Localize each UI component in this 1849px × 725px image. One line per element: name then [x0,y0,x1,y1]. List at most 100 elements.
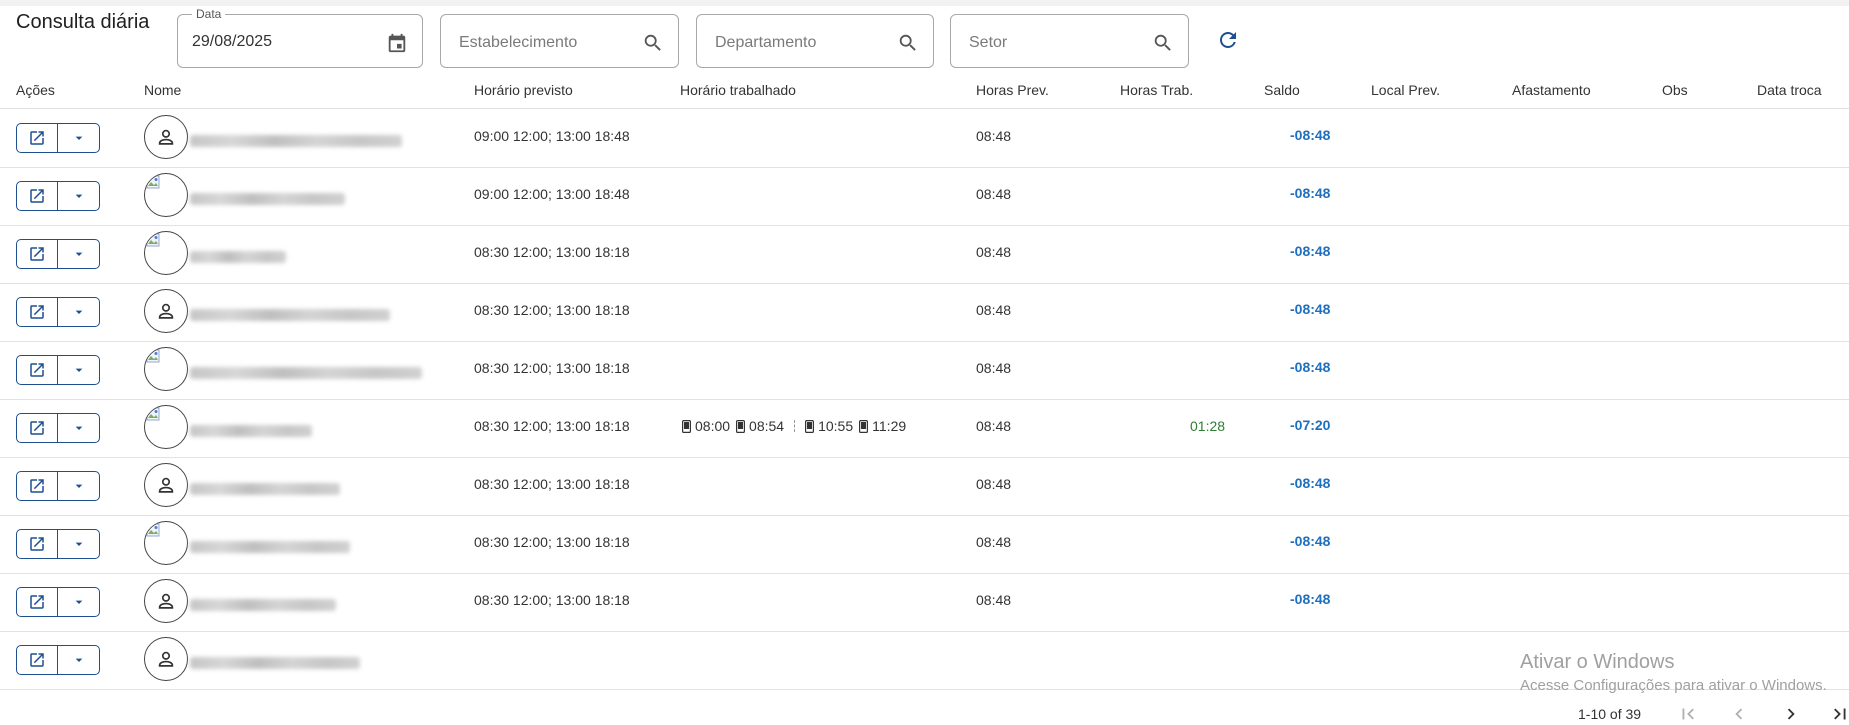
punch-entry[interactable]: 10:55 [805,418,853,434]
actions-dropdown-button[interactable] [58,530,99,558]
broken-image-icon [146,523,160,537]
mobile-phone-icon [682,419,691,433]
actions-dropdown-button[interactable] [58,356,99,384]
horario-previsto-cell: 09:00 12:00; 13:00 18:48 [474,186,630,202]
estabelecimento-field[interactable]: Estabelecimento [440,14,679,68]
arrow-drop-down-icon [75,252,82,256]
search-icon[interactable] [897,32,919,54]
row-actions-button-group[interactable] [16,413,100,443]
row-actions-button-group[interactable] [16,123,100,153]
open-button[interactable] [17,182,58,210]
horario-previsto-cell: 08:30 12:00; 13:00 18:18 [474,418,630,434]
actions-dropdown-button[interactable] [58,240,99,268]
table-row[interactable]: 08:30 12:00; 13:00 18:18 08:48 -08:48 [0,283,1849,342]
date-field-label: Data [192,7,226,21]
actions-dropdown-button[interactable] [58,298,99,326]
first-page-icon[interactable] [1677,703,1699,725]
actions-dropdown-button[interactable] [58,646,99,674]
horario-previsto-cell: 08:30 12:00; 13:00 18:18 [474,592,630,608]
horario-previsto-cell: 08:30 12:00; 13:00 18:18 [474,244,630,260]
open-button[interactable] [17,588,58,616]
punch-entry[interactable]: 11:29 [859,418,906,434]
table-row[interactable]: 08:30 12:00; 13:00 18:18 08:48 -08:48 [0,341,1849,400]
row-actions-button-group[interactable] [16,239,100,269]
horario-trabalhado-cell: 08:00 08:54 10:55 11:29 [682,418,912,434]
actions-dropdown-button[interactable] [58,414,99,442]
row-actions-button-group[interactable] [16,181,100,211]
open-button[interactable] [17,414,58,442]
col-horario-trabalhado[interactable]: Horário trabalhado [680,82,796,98]
mobile-phone-icon [859,419,869,433]
open-button[interactable] [17,472,58,500]
punch-entry[interactable]: 08:00 [682,418,730,434]
avatar [144,231,188,275]
table-row[interactable]: 09:00 12:00; 13:00 18:48 08:48 -08:48 [0,167,1849,226]
punch-entry[interactable]: 08:54 [736,418,784,434]
person-icon [158,477,174,493]
actions-dropdown-button[interactable] [58,588,99,616]
previous-page-icon[interactable] [1728,703,1750,725]
horario-previsto-cell: 08:30 12:00; 13:00 18:18 [474,360,630,376]
search-icon[interactable] [642,32,664,54]
col-local-prev[interactable]: Local Prev. [1371,82,1440,98]
employee-name-redacted [190,483,340,495]
date-field-value[interactable]: 29/08/2025 [192,33,272,51]
table-row[interactable]: 08:30 12:00; 13:00 18:18 08:00 08:54 10:55 1… [0,399,1849,458]
row-actions-button-group[interactable] [16,355,100,385]
calendar-icon[interactable] [386,32,408,54]
avatar [144,463,188,507]
setor-field[interactable]: Setor [950,14,1189,68]
punch-time: 10:55 [818,418,854,434]
arrow-drop-down-icon [75,310,82,314]
col-horas-trab[interactable]: Horas Trab. [1120,82,1193,98]
actions-dropdown-button[interactable] [58,182,99,210]
broken-image-icon [146,407,160,421]
last-page-icon[interactable] [1829,703,1849,725]
search-icon[interactable] [1152,32,1174,54]
arrow-drop-down-icon [75,542,82,546]
open-button[interactable] [17,240,58,268]
col-nome[interactable]: Nome [144,82,181,98]
table-row[interactable]: 08:30 12:00; 13:00 18:18 08:48 -08:48 [0,573,1849,632]
row-actions-button-group[interactable] [16,529,100,559]
table-row[interactable]: 09:00 12:00; 13:00 18:48 08:48 -08:48 [0,109,1849,168]
open-button[interactable] [17,124,58,152]
row-actions-button-group[interactable] [16,587,100,617]
table-row[interactable]: 08:30 12:00; 13:00 18:18 08:48 -08:48 [0,225,1849,284]
open-button[interactable] [17,298,58,326]
employee-name-redacted [190,367,422,379]
col-data-troca[interactable]: Data troca [1757,82,1822,98]
avatar [144,289,188,333]
row-actions-button-group[interactable] [16,645,100,675]
employee-name-redacted [190,309,390,321]
actions-dropdown-button[interactable] [58,472,99,500]
table-row[interactable]: 08:30 12:00; 13:00 18:18 08:48 -08:48 [0,515,1849,574]
open-in-new-icon [30,421,44,435]
refresh-icon[interactable] [1216,28,1240,52]
next-page-icon[interactable] [1780,703,1802,725]
row-actions-button-group[interactable] [16,297,100,327]
page-title: Consulta diária [16,11,150,33]
arrow-drop-down-icon [75,658,82,662]
col-afastamento[interactable]: Afastamento [1512,82,1591,98]
col-horario-previsto[interactable]: Horário previsto [474,82,573,98]
open-button[interactable] [17,356,58,384]
actions-dropdown-button[interactable] [58,124,99,152]
punch-separator [794,420,796,432]
col-horas-prev[interactable]: Horas Prev. [976,82,1049,98]
horario-previsto-cell: 08:30 12:00; 13:00 18:18 [474,476,630,492]
mobile-phone-icon [736,419,746,433]
col-obs[interactable]: Obs [1662,82,1688,98]
avatar [144,521,188,565]
row-actions-button-group[interactable] [16,471,100,501]
broken-image-icon [146,233,160,247]
open-button[interactable] [17,646,58,674]
open-in-new-icon [30,305,44,319]
col-saldo[interactable]: Saldo [1264,82,1300,98]
saldo-cell: -08:48 [1290,475,1331,491]
open-button[interactable] [17,530,58,558]
table-row[interactable]: 08:30 12:00; 13:00 18:18 08:48 -08:48 [0,457,1849,516]
departamento-field[interactable]: Departamento [696,14,934,68]
avatar [144,347,188,391]
date-field[interactable]: Data 29/08/2025 [177,7,423,68]
